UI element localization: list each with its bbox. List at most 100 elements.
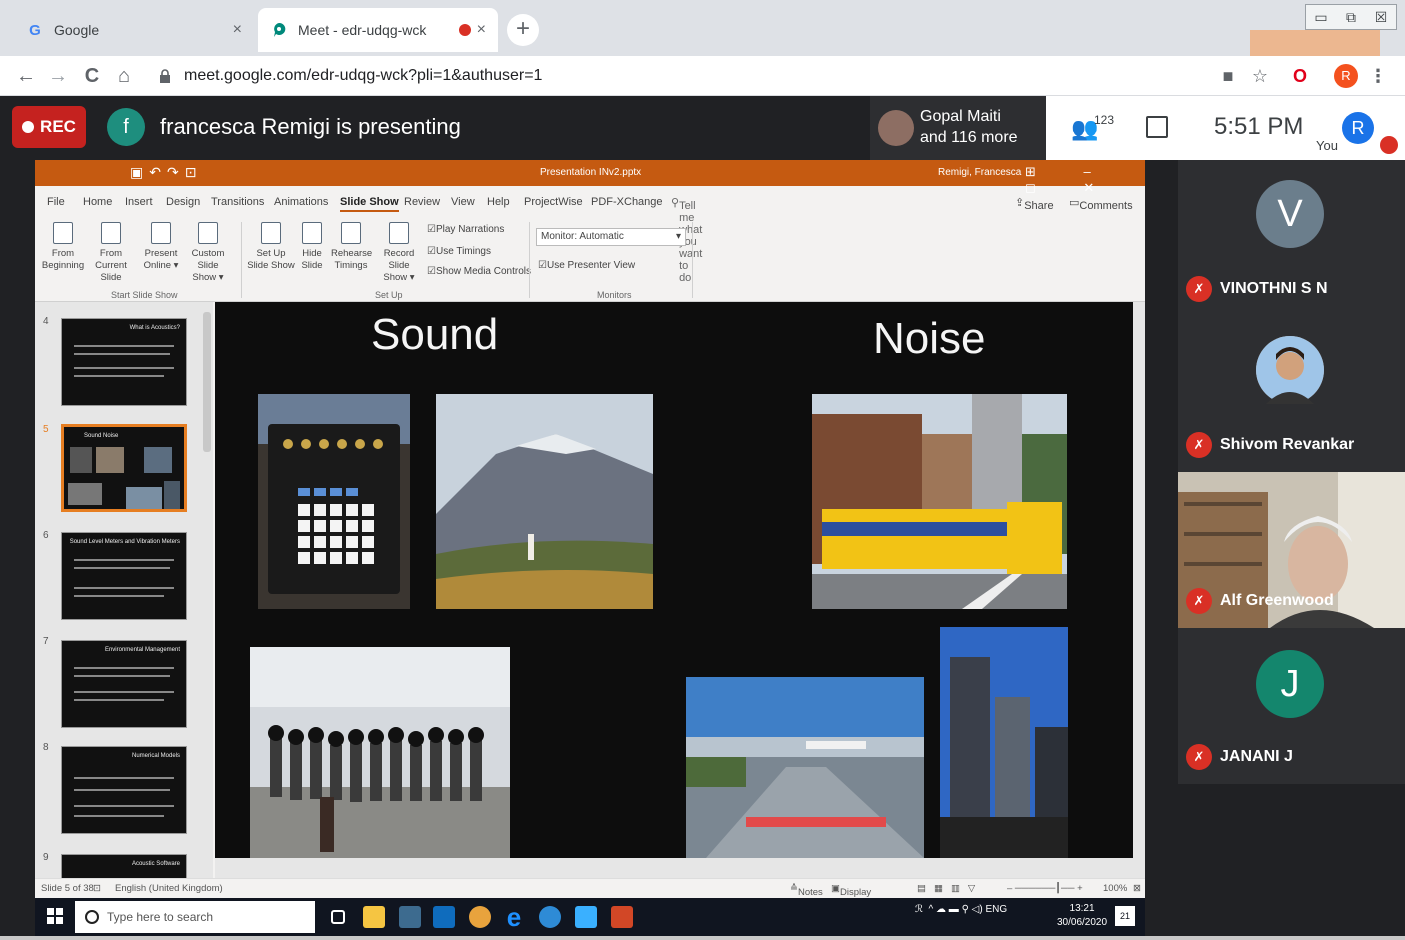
slideshow-icon (101, 222, 121, 244)
app-icon[interactable] (399, 906, 421, 928)
restore-button[interactable]: ⧉ (1336, 5, 1366, 29)
reload-icon[interactable]: C (78, 62, 106, 90)
slide-thumbnail[interactable]: Numerical Models (61, 746, 187, 834)
notification-center-icon[interactable]: 21 (1115, 906, 1135, 926)
use-timings-checkbox[interactable]: Use Timings (427, 246, 491, 257)
taskbar-clock[interactable]: 13:21 30/06/2020 (1057, 902, 1107, 930)
participant-tile[interactable]: V ✗ VINOTHNI S N (1178, 160, 1405, 316)
opera-extension-icon[interactable]: O (1288, 64, 1312, 88)
decorative-tab-region (1250, 30, 1380, 56)
current-slide[interactable]: Sound Noise (215, 302, 1133, 858)
close-tab-icon[interactable]: × (477, 21, 486, 39)
thumbnail-scrollbar[interactable] (203, 312, 211, 452)
task-view-icon[interactable] (331, 910, 345, 924)
menu-insert[interactable]: Insert (125, 196, 153, 208)
edge-icon[interactable]: e (503, 904, 525, 930)
participant-avatar: J (1256, 650, 1324, 718)
app-icon[interactable] (575, 906, 597, 928)
address-bar[interactable]: meet.google.com/edr-udqg-wck?pli=1&authu… (150, 61, 1200, 91)
presenter-view-checkbox[interactable]: Use Presenter View (538, 260, 635, 271)
slide-thumbnail[interactable]: Environmental Management (61, 640, 187, 728)
quick-access-toolbar[interactable]: ▣↶↷⊡ (130, 164, 202, 181)
tab-meet[interactable]: Meet - edr-udqg-wck × (258, 8, 498, 52)
back-icon[interactable]: ← (12, 62, 40, 90)
fit-slide-icon[interactable]: ⊠ (1133, 883, 1141, 894)
clock-time: 13:21 (1069, 903, 1095, 914)
tell-me-search[interactable]: ⚲ Tell me what you want to do (671, 196, 702, 284)
app-icon[interactable] (539, 906, 561, 928)
close-tab-icon[interactable]: × (233, 21, 242, 39)
zoom-slider[interactable]: – ──────┃── + (1007, 883, 1083, 894)
set-up-slide-show-button[interactable]: Set Up Slide Show (247, 222, 295, 272)
slide-thumbnail[interactable]: Acoustic Software (61, 854, 187, 878)
menu-view[interactable]: View (451, 196, 475, 208)
notes-button[interactable]: ≙ Notes (790, 883, 823, 898)
record-slide-show-button[interactable]: Record Slide Show ▾ (373, 222, 425, 284)
self-avatar[interactable]: R (1342, 112, 1374, 144)
language-status[interactable]: English (United Kingdom) (115, 883, 223, 894)
menu-pdf-xchange[interactable]: PDF-XChange (591, 196, 663, 208)
view-buttons[interactable]: ▤▦▥▽ (917, 883, 983, 894)
system-tray[interactable]: ℛ ^ ☁ ▬ ⚲ ◁) ENG (915, 904, 1007, 915)
slide-thumbnail-selected[interactable]: Sound Noise (61, 424, 187, 512)
more-menu-icon[interactable]: ⋮ (1366, 64, 1390, 88)
slide-thumbnail[interactable]: What is Acoustics? (61, 318, 187, 406)
menu-projectwise[interactable]: ProjectWise (524, 196, 583, 208)
menu-help[interactable]: Help (487, 196, 510, 208)
from-current-slide-button[interactable]: From Current Slide (85, 222, 137, 284)
button-label: From (51, 248, 75, 259)
ribbon-separator (529, 222, 530, 298)
play-narrations-checkbox[interactable]: Play Narrations (427, 224, 504, 235)
slide-thumbnail[interactable]: Sound Level Meters and Vibration Meters (61, 532, 187, 620)
menu-file[interactable]: File (47, 196, 65, 208)
display-settings-button[interactable]: ▣ Display Settings (831, 883, 874, 909)
close-window-button[interactable]: ☒ (1366, 5, 1396, 29)
file-explorer-icon[interactable] (363, 906, 385, 928)
show-media-controls-checkbox[interactable]: Show Media Controls (427, 266, 531, 277)
outlook-icon[interactable] (433, 906, 455, 928)
slide-heading-sound: Sound (371, 310, 499, 359)
chat-icon[interactable] (1146, 116, 1168, 138)
new-tab-button[interactable]: + (507, 14, 539, 46)
spellcheck-icon[interactable]: ⊡ (93, 883, 101, 894)
home-icon[interactable]: ⌂ (110, 62, 138, 90)
button-label: Current Slide (95, 260, 127, 283)
profile-avatar[interactable]: R (1334, 64, 1358, 88)
custom-slide-show-button[interactable]: Custom Slide Show ▾ (181, 222, 235, 284)
share-button[interactable]: ⇪ Share (1015, 196, 1054, 212)
you-label: You (1316, 138, 1338, 153)
menu-design[interactable]: Design (166, 196, 200, 208)
menu-home[interactable]: Home (83, 196, 112, 208)
participant-tile[interactable]: J ✗ JANANI J (1178, 628, 1405, 784)
thumb-text-line (74, 345, 174, 347)
windows-start-icon[interactable] (47, 908, 63, 924)
chrome-icon[interactable] (469, 906, 491, 928)
pinned-participant[interactable]: Gopal Maiti and 116 more (870, 96, 1046, 160)
comments-button[interactable]: ▭ Comments (1069, 196, 1133, 212)
menu-review[interactable]: Review (404, 196, 440, 208)
bookmark-star-icon[interactable]: ☆ (1248, 64, 1272, 88)
participant-tile-video[interactable]: ✗ Alf Greenwood (1178, 472, 1405, 628)
photo-band-guards (250, 647, 510, 858)
camera-blocked-icon[interactable]: ■ (1216, 64, 1240, 88)
hide-slide-button[interactable]: Hide Slide (297, 222, 327, 272)
menu-slide-show[interactable]: Slide Show (340, 196, 399, 212)
group-start-slide-show: Start Slide Show (111, 290, 178, 300)
menu-animations[interactable]: Animations (274, 196, 328, 208)
monitor-select[interactable]: Monitor: Automatic ▾ (536, 228, 686, 246)
button-label: Timings (334, 260, 368, 271)
zoom-level: 100% (1103, 883, 1128, 894)
rehearse-timings-button[interactable]: Rehearse Timings (331, 222, 372, 272)
minimize-button[interactable]: ▭ (1306, 5, 1336, 29)
from-beginning-button[interactable]: From Beginning (41, 222, 85, 272)
menu-transitions[interactable]: Transitions (211, 196, 264, 208)
thumb-number: 5 (43, 424, 49, 435)
participant-photo (1256, 336, 1324, 404)
forward-icon[interactable]: → (44, 62, 72, 90)
taskbar-search[interactable]: Type here to search (75, 901, 315, 933)
powerpoint-icon[interactable] (611, 906, 633, 928)
tab-google[interactable]: G Google × (14, 8, 254, 52)
participant-tile[interactable]: ✗ Shivom Revankar (1178, 316, 1405, 472)
present-online-button[interactable]: Present Online ▾ (141, 222, 181, 272)
button-label: Show ▾ (383, 272, 415, 283)
